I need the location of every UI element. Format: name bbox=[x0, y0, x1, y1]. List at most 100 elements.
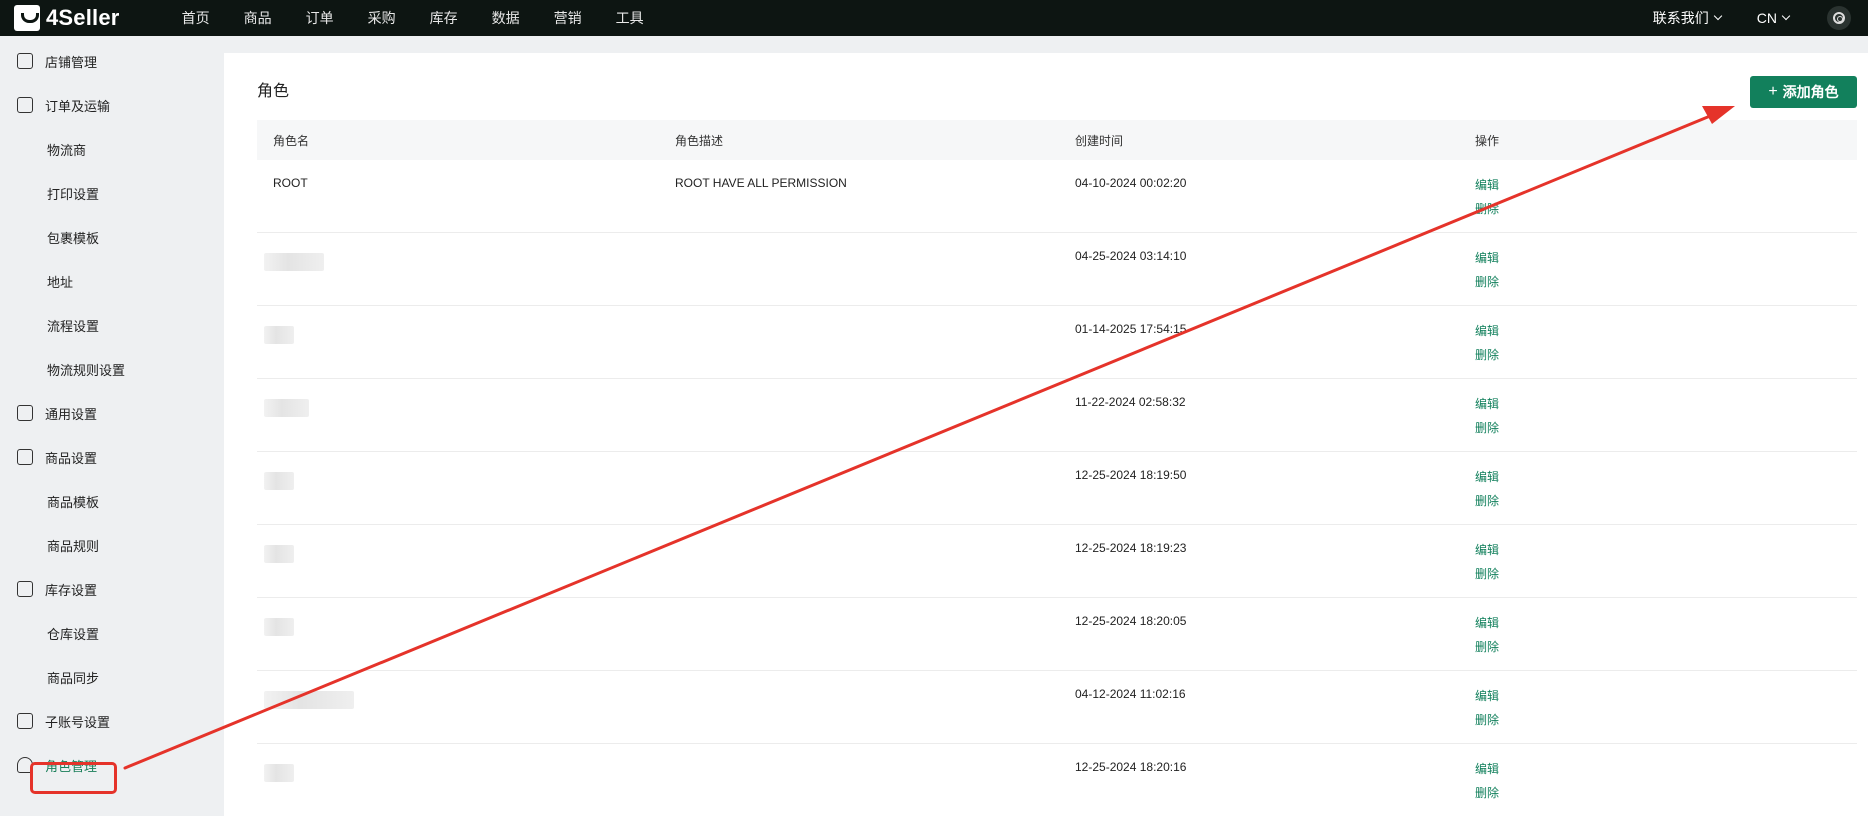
delete-link[interactable]: 删除 bbox=[1475, 638, 1499, 655]
edit-link[interactable]: 编辑 bbox=[1475, 468, 1499, 485]
edit-link[interactable]: 编辑 bbox=[1475, 614, 1499, 631]
column-header-name: 角色名 bbox=[273, 133, 310, 148]
redacted-role-name bbox=[264, 545, 294, 563]
nav-item[interactable]: 采购 bbox=[368, 0, 396, 36]
language-label: CN bbox=[1756, 10, 1777, 26]
sidebar-item[interactable]: 流程设置 bbox=[0, 303, 224, 347]
nav-item[interactable]: 首页 bbox=[182, 0, 210, 36]
edit-link[interactable]: 编辑 bbox=[1475, 687, 1499, 704]
created-time-cell: 12-25-2024 18:20:05 bbox=[1075, 614, 1187, 628]
sidebar-item-label: 商品模板 bbox=[47, 494, 100, 510]
sidebar-item[interactable]: 商品设置 bbox=[0, 435, 224, 479]
gear-icon bbox=[1833, 12, 1845, 24]
actions-cell: 编辑 删除 bbox=[1475, 176, 1499, 217]
redacted-role-name bbox=[264, 764, 294, 782]
settings-category-icon bbox=[17, 53, 33, 69]
actions-cell: 编辑 删除 bbox=[1475, 687, 1499, 728]
sidebar-item[interactable]: 库存设置 bbox=[0, 567, 224, 611]
delete-link[interactable]: 删除 bbox=[1475, 346, 1499, 363]
delete-link[interactable]: 删除 bbox=[1475, 492, 1499, 509]
column-header-created: 创建时间 bbox=[1075, 133, 1124, 148]
settings-category-icon bbox=[17, 449, 33, 465]
edit-link[interactable]: 编辑 bbox=[1475, 395, 1499, 412]
delete-link[interactable]: 删除 bbox=[1475, 419, 1499, 436]
plus-icon: + bbox=[1768, 83, 1778, 100]
language-dropdown[interactable]: CN bbox=[1756, 10, 1791, 26]
created-time-cell: 04-10-2024 00:02:20 bbox=[1075, 176, 1187, 190]
sidebar-item[interactable]: 店铺管理 bbox=[0, 39, 224, 83]
delete-link[interactable]: 删除 bbox=[1475, 565, 1499, 582]
main-content: 角色 + 添加角色 角色名 角色描述 创建时间 操作 ROOT ROOT HAVE… bbox=[224, 53, 1868, 816]
sidebar-item[interactable]: 打印设置 bbox=[0, 171, 224, 215]
nav-item[interactable]: 工具 bbox=[616, 0, 644, 36]
contact-us-dropdown[interactable]: 联系我们 bbox=[1653, 8, 1723, 28]
chevron-down-icon bbox=[1781, 11, 1791, 21]
table-row: 04-12-2024 11:02:16 编辑删除 bbox=[257, 671, 1857, 744]
delete-link[interactable]: 删除 bbox=[1475, 200, 1499, 217]
sidebar-item-label: 通用设置 bbox=[45, 406, 98, 422]
edit-link[interactable]: 编辑 bbox=[1475, 322, 1499, 339]
settings-category-icon bbox=[17, 581, 33, 597]
nav-item[interactable]: 订单 bbox=[306, 0, 334, 36]
delete-link[interactable]: 删除 bbox=[1475, 784, 1499, 801]
table-body: ROOT ROOT HAVE ALL PERMISSION 04-10-2024 0… bbox=[257, 160, 1857, 816]
edit-link[interactable]: 编辑 bbox=[1475, 760, 1499, 777]
sidebar-item-label: 物流商 bbox=[47, 142, 87, 158]
table-row: 12-25-2024 18:19:23 编辑 删除 bbox=[257, 525, 1857, 598]
sidebar-item[interactable]: 物流规则设置 bbox=[0, 347, 224, 391]
sidebar-item[interactable]: 通用设置 bbox=[0, 391, 224, 435]
redacted-role-name bbox=[264, 472, 294, 490]
table-row: 12-25-2024 18:20:16 编辑删除 bbox=[257, 744, 1857, 816]
table-row: ROOT ROOT HAVE ALL PERMISSION 04-10-2024 0… bbox=[257, 160, 1857, 233]
settings-sidebar: 店铺管理订单及运输物流商打印设置包裹模板 地址流程设置物流规则设置通用设置商品设置… bbox=[0, 36, 224, 816]
edit-link[interactable]: 编辑 bbox=[1475, 249, 1499, 266]
redacted-role-name bbox=[264, 326, 294, 344]
sidebar-item-label: 打印设置 bbox=[47, 186, 100, 202]
actions-cell: 编辑 删除 bbox=[1475, 249, 1499, 290]
redacted-role-name bbox=[264, 399, 309, 417]
sidebar-item[interactable]: 商品同步 bbox=[0, 655, 224, 699]
main-nav: 首页 商品 订单 采购 库存 数据 营销 工具 bbox=[182, 0, 678, 36]
settings-category-icon bbox=[17, 405, 33, 421]
sidebar-item[interactable]: 订单及运输 bbox=[0, 83, 224, 127]
role-name-cell: ROOT bbox=[273, 176, 308, 190]
column-header-actions: 操作 bbox=[1475, 133, 1500, 148]
created-time-cell: 04-12-2024 11:02:16 bbox=[1075, 687, 1186, 701]
logo[interactable]: 4Seller bbox=[14, 0, 120, 36]
nav-item[interactable]: 商品 bbox=[244, 0, 272, 36]
delete-link[interactable]: 删除 bbox=[1475, 273, 1499, 290]
logo-text: 4Seller bbox=[46, 5, 120, 30]
sidebar-item-label: 商品同步 bbox=[47, 670, 100, 686]
roles-table: 角色名 角色描述 创建时间 操作 ROOT ROOT HAVE ALL PERMI… bbox=[257, 120, 1857, 816]
created-time-cell: 04-25-2024 03:14:10 bbox=[1075, 249, 1187, 263]
table-header: 角色名 角色描述 创建时间 操作 bbox=[257, 120, 1857, 160]
add-role-button[interactable]: + 添加角色 bbox=[1750, 76, 1857, 108]
sidebar-item[interactable]: 商品规则 bbox=[0, 523, 224, 567]
sidebar-item-label: 店铺管理 bbox=[45, 54, 98, 70]
page-title: 角色 bbox=[257, 83, 290, 100]
sidebar-item[interactable]: 子账号设置 bbox=[0, 699, 224, 743]
sidebar-item[interactable]: 地址 bbox=[0, 259, 224, 303]
edit-link[interactable]: 编辑 bbox=[1475, 176, 1499, 193]
sidebar-item-label: 仓库设置 bbox=[47, 626, 100, 642]
sidebar-item[interactable]: 仓库设置 bbox=[0, 611, 224, 655]
annotation-highlight-box bbox=[30, 762, 117, 794]
sidebar-item[interactable]: 物流商 bbox=[0, 127, 224, 171]
delete-link[interactable]: 删除 bbox=[1475, 711, 1499, 728]
created-time-cell: 12-25-2024 18:20:16 bbox=[1075, 760, 1187, 774]
sidebar-item-label: 订单及运输 bbox=[45, 98, 111, 114]
nav-item[interactable]: 营销 bbox=[554, 0, 582, 36]
table-row: 11-22-2024 02:58:32 编辑 删除 bbox=[257, 379, 1857, 452]
sidebar-item-label: 流程设置 bbox=[47, 318, 100, 334]
sidebar-item[interactable]: 商品模板 bbox=[0, 479, 224, 523]
table-row: 12-25-2024 18:19:50 编辑 删除 bbox=[257, 452, 1857, 525]
edit-link[interactable]: 编辑 bbox=[1475, 541, 1499, 558]
table-row: 12-25-2024 18:20:05 编辑删除 bbox=[257, 598, 1857, 671]
sidebar-item[interactable]: 包裹模板 bbox=[0, 215, 224, 259]
actions-cell: 编辑 删除 bbox=[1475, 541, 1499, 582]
settings-category-icon bbox=[17, 97, 33, 113]
redacted-role-name bbox=[264, 691, 354, 709]
nav-item[interactable]: 库存 bbox=[430, 0, 458, 36]
settings-button[interactable] bbox=[1827, 6, 1851, 30]
nav-item[interactable]: 数据 bbox=[492, 0, 520, 36]
